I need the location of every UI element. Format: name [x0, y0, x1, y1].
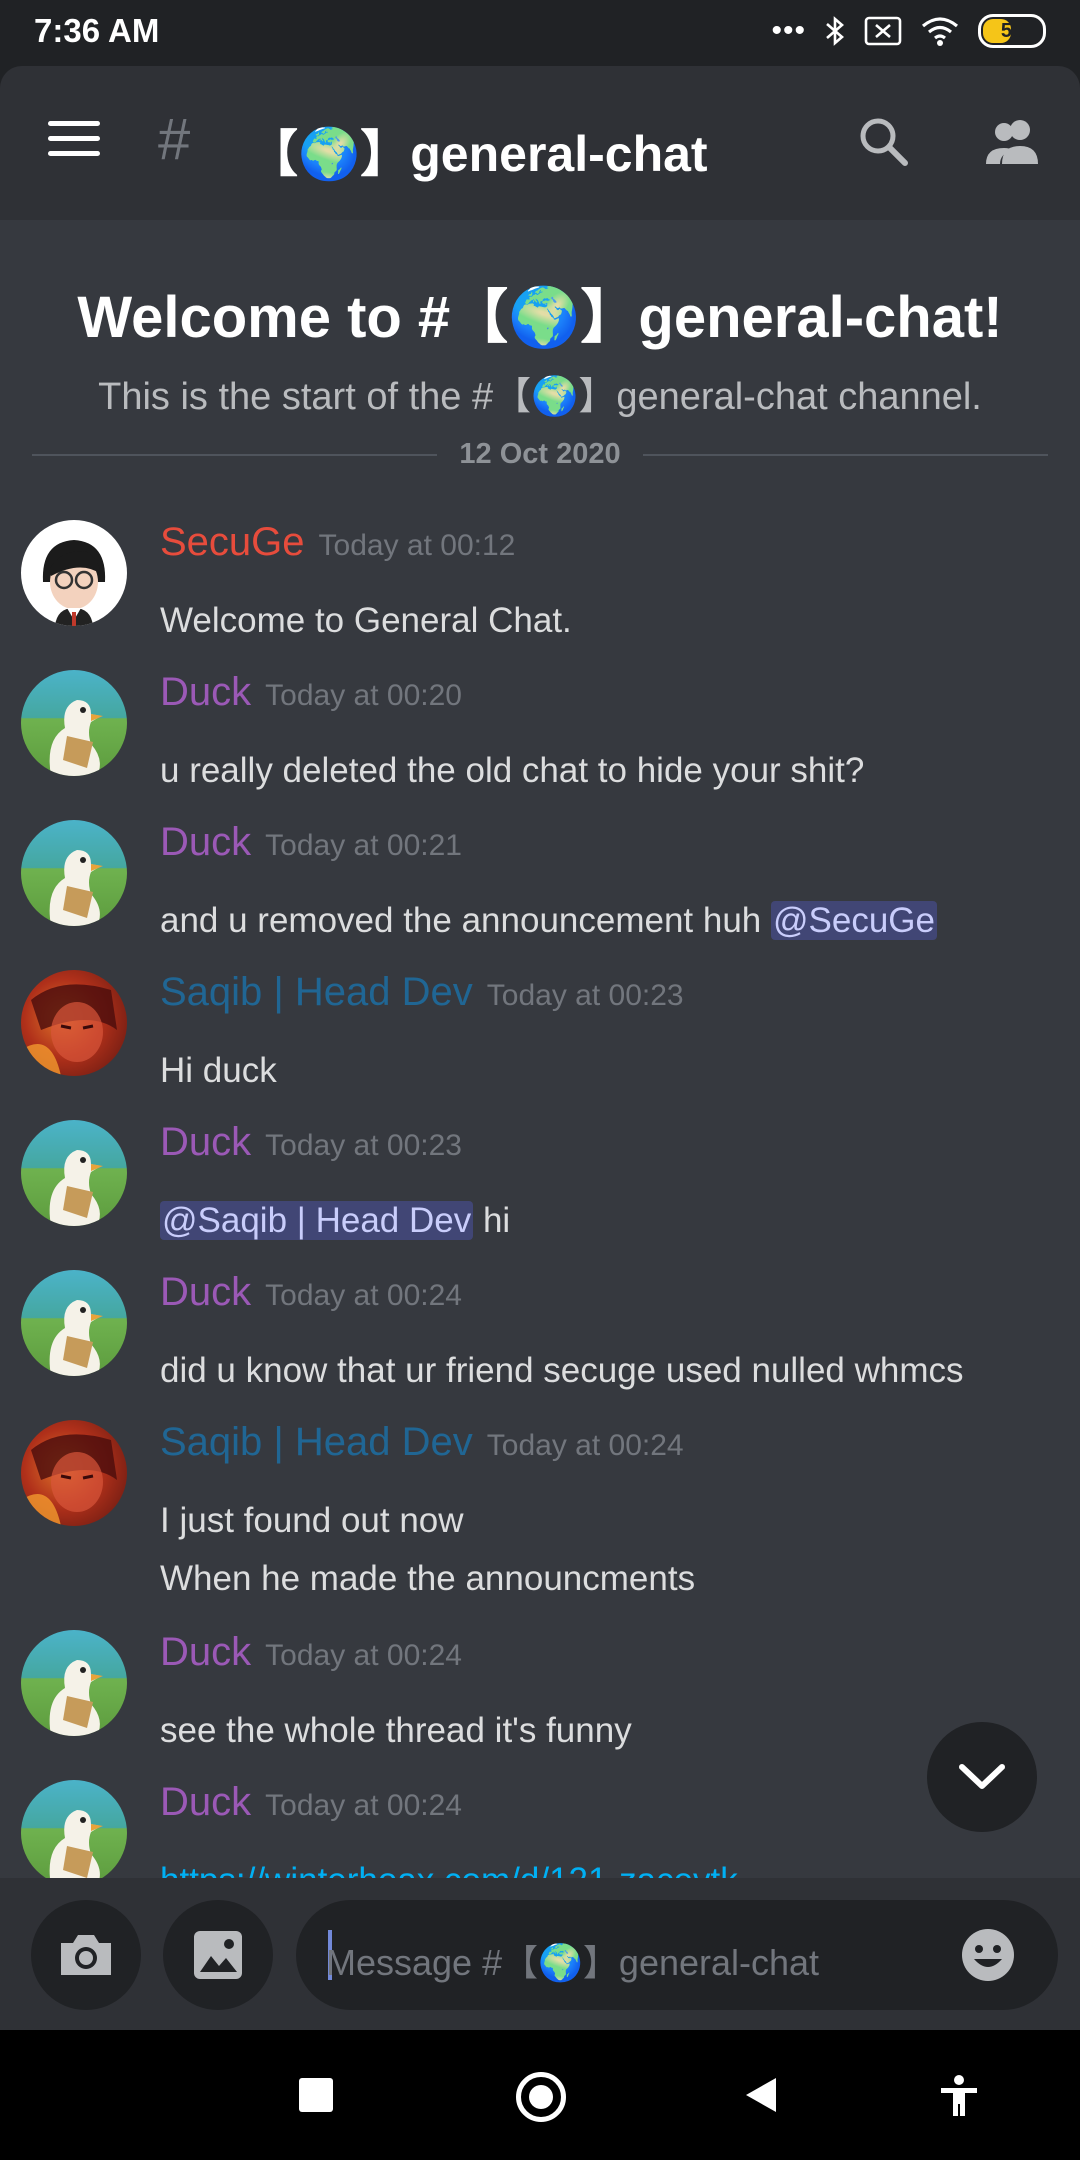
status-icons: ••• 50	[771, 14, 1046, 48]
message-list[interactable]: SecuGe Today at 00:12 Welcome to General …	[0, 510, 1080, 1878]
date-divider: 12 Oct 2020	[0, 438, 1080, 471]
username[interactable]: Duck	[160, 1780, 251, 1824]
message-text: I just found out now When he made the an…	[160, 1492, 695, 1608]
message-input[interactable]: Message #【🌍】general-chat	[296, 1900, 1058, 2010]
username[interactable]: Duck	[160, 1120, 251, 1164]
chevron-down-icon	[959, 1764, 1005, 1789]
username[interactable]: Duck	[160, 1270, 251, 1314]
timestamp: Today at 00:23	[265, 1129, 462, 1162]
message-text: Hi duck	[160, 1042, 277, 1100]
message-line: see the whole thread it's funny	[160, 1711, 632, 1750]
back-icon[interactable]	[744, 2076, 778, 2114]
date-divider-label: 12 Oct 2020	[437, 438, 643, 470]
channel-title: 【🌍】general-chat	[248, 126, 708, 182]
message-line: u really deleted the old chat to hide yo…	[160, 751, 865, 790]
message-line: hi	[473, 1201, 511, 1240]
avatar[interactable]	[21, 970, 127, 1076]
message-text: https://winterhoax.com/d/121-zacevtk	[160, 1852, 738, 1878]
search-icon[interactable]	[856, 114, 910, 168]
username[interactable]: Duck	[160, 820, 251, 864]
scroll-to-bottom-button[interactable]	[927, 1722, 1037, 1832]
message-line: did u know that ur friend secuge used nu…	[160, 1351, 964, 1390]
message-text: and u removed the announcement huh @Secu…	[160, 892, 937, 950]
avatar[interactable]	[21, 520, 127, 626]
user-mention[interactable]: @SecuGe	[771, 901, 937, 940]
avatar[interactable]	[21, 1630, 127, 1736]
message-text: @Saqib | Head Dev hi	[160, 1192, 510, 1250]
system-nav-bar	[0, 2030, 1080, 2160]
channel-header: # 【🌍】general-chat	[0, 66, 1080, 220]
bluetooth-icon	[826, 16, 844, 46]
timestamp: Today at 00:21	[265, 829, 462, 862]
message-text: see the whole thread it's funny	[160, 1702, 632, 1760]
message-text: u really deleted the old chat to hide yo…	[160, 742, 864, 800]
message-header: Saqib | Head Dev Today at 00:24	[160, 1420, 684, 1465]
timestamp: Today at 00:20	[265, 679, 462, 712]
image-icon	[194, 1931, 242, 1979]
message-header: Duck Today at 00:24	[160, 1780, 462, 1825]
avatar[interactable]	[21, 820, 127, 926]
accessibility-icon[interactable]	[938, 2074, 980, 2118]
more-dots-icon: •••	[771, 14, 806, 47]
timestamp: Today at 00:24	[265, 1789, 462, 1822]
message-header: Duck Today at 00:20	[160, 670, 462, 715]
username[interactable]: SecuGe	[160, 520, 305, 564]
avatar[interactable]	[21, 1120, 127, 1226]
message-composer: Message #【🌍】general-chat	[0, 1878, 1080, 2030]
status-time: 7:36 AM	[34, 12, 160, 49]
status-bar: 7:36 AM ••• 50	[0, 0, 1080, 66]
message-line: Welcome to General Chat.	[160, 601, 572, 640]
welcome-title: Welcome to #【🌍】general-chat!	[77, 285, 1003, 350]
message-input-placeholder: Message #【🌍】general-chat	[326, 1942, 820, 1983]
timestamp: Today at 00:23	[486, 979, 684, 1012]
sim-icon	[864, 16, 902, 46]
username[interactable]: Saqib | Head Dev	[160, 970, 473, 1014]
message-header: Duck Today at 00:24	[160, 1270, 462, 1315]
message-link[interactable]: https://winterhoax.com/d/121-zacevtk	[160, 1861, 738, 1878]
camera-icon	[61, 1935, 111, 1975]
wifi-icon	[921, 17, 959, 46]
welcome-subtitle: This is the start of the #【🌍】general-cha…	[98, 376, 982, 418]
battery-level: 50	[1000, 19, 1024, 42]
members-icon[interactable]	[982, 114, 1042, 168]
timestamp: Today at 00:12	[318, 529, 516, 562]
camera-button[interactable]	[31, 1900, 141, 2010]
avatar[interactable]	[21, 1270, 127, 1376]
timestamp: Today at 00:24	[486, 1429, 684, 1462]
username[interactable]: Saqib | Head Dev	[160, 1420, 473, 1464]
message-header: Duck Today at 00:23	[160, 1120, 462, 1165]
home-button[interactable]	[516, 2072, 566, 2122]
message-header: SecuGe Today at 00:12	[160, 520, 515, 565]
message-line: When he made the announcments	[160, 1559, 696, 1598]
message-line: and u removed the announcement huh	[160, 901, 771, 940]
user-mention[interactable]: @Saqib | Head Dev	[160, 1201, 474, 1240]
recents-button[interactable]	[299, 2078, 333, 2112]
menu-icon[interactable]	[48, 121, 100, 161]
emoji-icon[interactable]	[960, 1927, 1016, 1983]
message-header: Duck Today at 00:21	[160, 820, 462, 865]
message-header: Saqib | Head Dev Today at 00:23	[160, 970, 684, 1015]
username[interactable]: Duck	[160, 670, 251, 714]
message-text: did u know that ur friend secuge used nu…	[160, 1342, 964, 1400]
avatar[interactable]	[21, 670, 127, 776]
timestamp: Today at 00:24	[265, 1279, 462, 1312]
timestamp: Today at 00:24	[265, 1639, 462, 1672]
avatar[interactable]	[21, 1780, 127, 1878]
message-text: Welcome to General Chat.	[160, 592, 572, 650]
battery-indicator: 50	[978, 14, 1046, 48]
image-button[interactable]	[163, 1900, 273, 2010]
message-line: Hi duck	[160, 1051, 277, 1090]
message-header: Duck Today at 00:24	[160, 1630, 462, 1675]
message-line: I just found out now	[160, 1501, 464, 1540]
avatar[interactable]	[21, 1420, 127, 1526]
username[interactable]: Duck	[160, 1630, 251, 1674]
hash-icon: #	[158, 107, 191, 172]
